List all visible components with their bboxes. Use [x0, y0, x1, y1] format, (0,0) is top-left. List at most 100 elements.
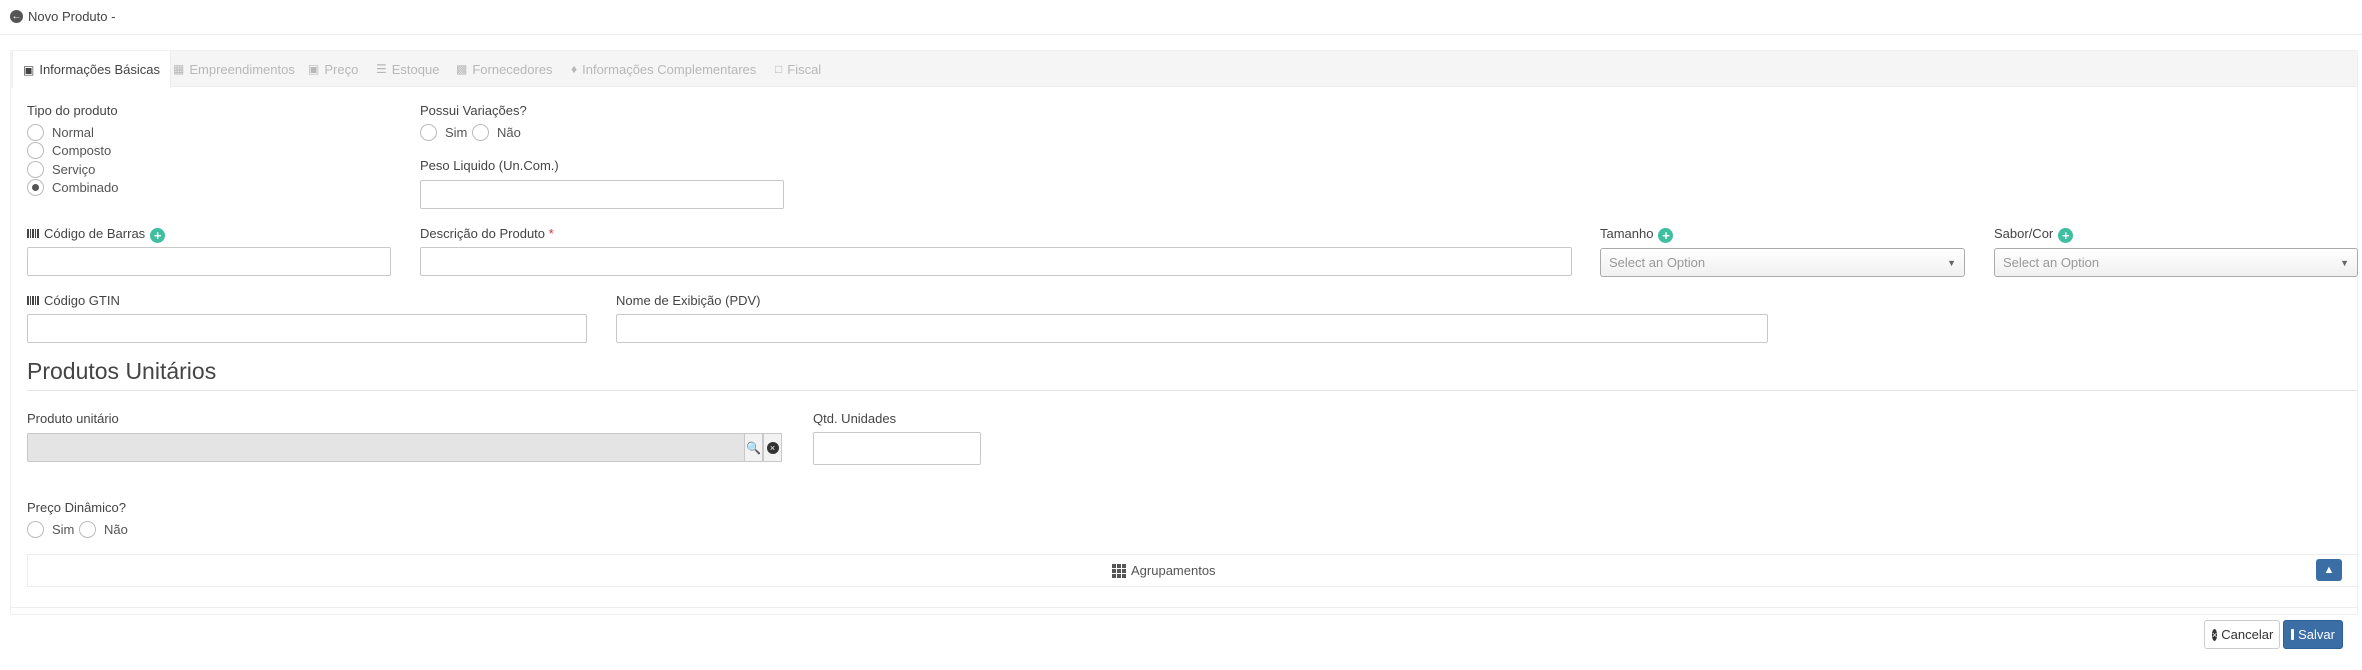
list-icon: ☰: [376, 62, 387, 76]
basket-icon: ▣: [23, 62, 35, 77]
tab-preco[interactable]: ▣ Preço: [308, 51, 358, 87]
add-tamanho-icon[interactable]: +: [1658, 228, 1674, 243]
save-button[interactable]: Salvar: [2283, 620, 2343, 649]
expand-agrupamentos-button[interactable]: ▲: [2316, 559, 2342, 581]
descricao-input[interactable]: [420, 247, 1572, 276]
tab-label: Estoque: [391, 61, 440, 77]
tamanho-label: Tamanho +: [1600, 226, 1674, 243]
cancel-button[interactable]: × Cancelar: [2204, 620, 2280, 649]
descricao-text: Descrição do Produto: [420, 226, 546, 241]
codigo-gtin-text: Código GTIN: [44, 293, 120, 308]
radio-label: Não: [497, 125, 521, 140]
cubes-icon: ♦: [571, 62, 578, 76]
sabor-cor-text: Sabor/Cor: [1994, 226, 2054, 241]
radio-servico[interactable]: Serviço: [27, 161, 95, 178]
qtd-unidades-label: Qtd. Unidades: [813, 411, 897, 426]
radio-circle[interactable]: [27, 161, 44, 178]
tipo-produto-label: Tipo do produto: [27, 103, 118, 118]
codigo-barras-input[interactable]: [27, 247, 391, 276]
tamanho-placeholder: Select an Option: [1609, 255, 1706, 270]
peso-liquido-input[interactable]: [420, 180, 784, 209]
radio-label: Composto: [52, 143, 112, 158]
radio-circle[interactable]: [27, 521, 44, 538]
building-icon: ▦: [173, 62, 185, 76]
sabor-cor-placeholder: Select an Option: [2003, 255, 2100, 270]
radio-circle[interactable]: [420, 124, 437, 141]
tab-label: Preço: [324, 61, 359, 77]
radio-circle[interactable]: [27, 124, 44, 141]
radio-circle[interactable]: [472, 124, 489, 141]
barcode-icon: [27, 229, 40, 238]
tab-informacoes-complementares[interactable]: ♦ Informações Complementares: [571, 51, 756, 87]
arrow-circle-icon: ▲: [2323, 564, 2335, 576]
codigo-gtin-input[interactable]: [27, 314, 587, 343]
qtd-unidades-input[interactable]: [813, 432, 981, 465]
clear-icon: ×: [766, 441, 779, 454]
radio-label: Não: [104, 522, 128, 537]
radio-preco-sim[interactable]: Sim: [27, 521, 74, 538]
sabor-cor-label: Sabor/Cor +: [1994, 226, 2074, 243]
save-label: Salvar: [2298, 627, 2335, 642]
codigo-barras-text: Código de Barras: [44, 226, 146, 241]
caret-down-icon: ▼: [2340, 257, 2349, 268]
tab-label: Informações Complementares: [582, 61, 757, 77]
descricao-label: Descrição do Produto *: [420, 226, 554, 241]
radio-label: Combinado: [52, 180, 119, 195]
back-arrow-icon[interactable]: ←: [10, 10, 23, 23]
caret-down-icon: ▼: [1947, 257, 1956, 268]
radio-normal[interactable]: Normal: [27, 124, 94, 141]
nome-exibicao-input[interactable]: [616, 314, 1768, 343]
radio-variacoes-nao[interactable]: Não: [472, 124, 521, 141]
clear-button[interactable]: ×: [763, 433, 782, 462]
radio-composto[interactable]: Composto: [27, 142, 111, 159]
header-divider: [0, 34, 2362, 35]
tamanho-text: Tamanho: [1600, 226, 1654, 241]
radio-circle-checked[interactable]: [27, 179, 44, 196]
add-barcode-icon[interactable]: +: [150, 228, 166, 243]
radio-preco-nao[interactable]: Não: [79, 521, 128, 538]
section-divider: [27, 390, 2358, 391]
floppy-icon: [2291, 629, 2300, 640]
search-button[interactable]: 🔍: [744, 433, 763, 462]
sabor-cor-select[interactable]: Select an Option ▼: [1994, 248, 2358, 277]
cancel-icon: ×: [2212, 628, 2218, 641]
tab-estoque[interactable]: ☰ Estoque: [376, 51, 439, 87]
tab-fiscal[interactable]: □ Fiscal: [775, 51, 821, 87]
tag-icon: ▣: [308, 62, 320, 76]
radio-combinado[interactable]: Combinado: [27, 179, 119, 196]
page-header: ← Novo Produto -: [10, 9, 115, 24]
file-icon: □: [775, 62, 783, 76]
page-title: Novo Produto -: [28, 9, 116, 24]
truck-icon: ▩: [456, 62, 468, 76]
required-mark: *: [548, 226, 554, 241]
search-icon: 🔍: [746, 440, 761, 455]
radio-circle[interactable]: [27, 142, 44, 159]
tab-label: Fiscal: [787, 61, 822, 77]
produto-unitario-label: Produto unitário: [27, 411, 119, 426]
tab-fornecedores[interactable]: ▩ Fornecedores: [456, 51, 553, 87]
radio-label: Serviço: [52, 162, 96, 177]
cancel-label: Cancelar: [2221, 627, 2274, 642]
codigo-barras-label: Código de Barras +: [27, 226, 166, 243]
preco-dinamico-label: Preço Dinâmico?: [27, 500, 126, 515]
agrupamentos-header[interactable]: Agrupamentos: [1112, 554, 1216, 587]
nome-exibicao-label: Nome de Exibição (PDV): [616, 293, 761, 308]
radio-circle[interactable]: [79, 521, 96, 538]
possui-variacoes-label: Possui Variações?: [420, 103, 527, 118]
tab-label: Empreendimentos: [189, 61, 295, 77]
section-title: Produtos Unitários: [27, 358, 217, 384]
radio-label: Normal: [52, 125, 94, 140]
codigo-gtin-label: Código GTIN: [27, 293, 120, 308]
agrupamentos-label: Agrupamentos: [1131, 563, 1216, 578]
tamanho-select[interactable]: Select an Option ▼: [1600, 248, 1965, 277]
grid-icon: [1112, 563, 1126, 578]
tab-empreendimentos[interactable]: ▦ Empreendimentos: [173, 51, 295, 87]
tab-label: Informações Básicas: [39, 62, 161, 77]
add-sabor-cor-icon[interactable]: +: [2058, 228, 2074, 243]
peso-liquido-label: Peso Liquido (Un.Com.): [420, 158, 559, 173]
tab-informacoes-basicas[interactable]: ▣ Informações Básicas: [12, 51, 172, 88]
radio-label: Sim: [52, 522, 75, 537]
radio-label: Sim: [445, 125, 468, 140]
produto-unitario-input[interactable]: [27, 433, 745, 462]
radio-variacoes-sim[interactable]: Sim: [420, 124, 467, 141]
